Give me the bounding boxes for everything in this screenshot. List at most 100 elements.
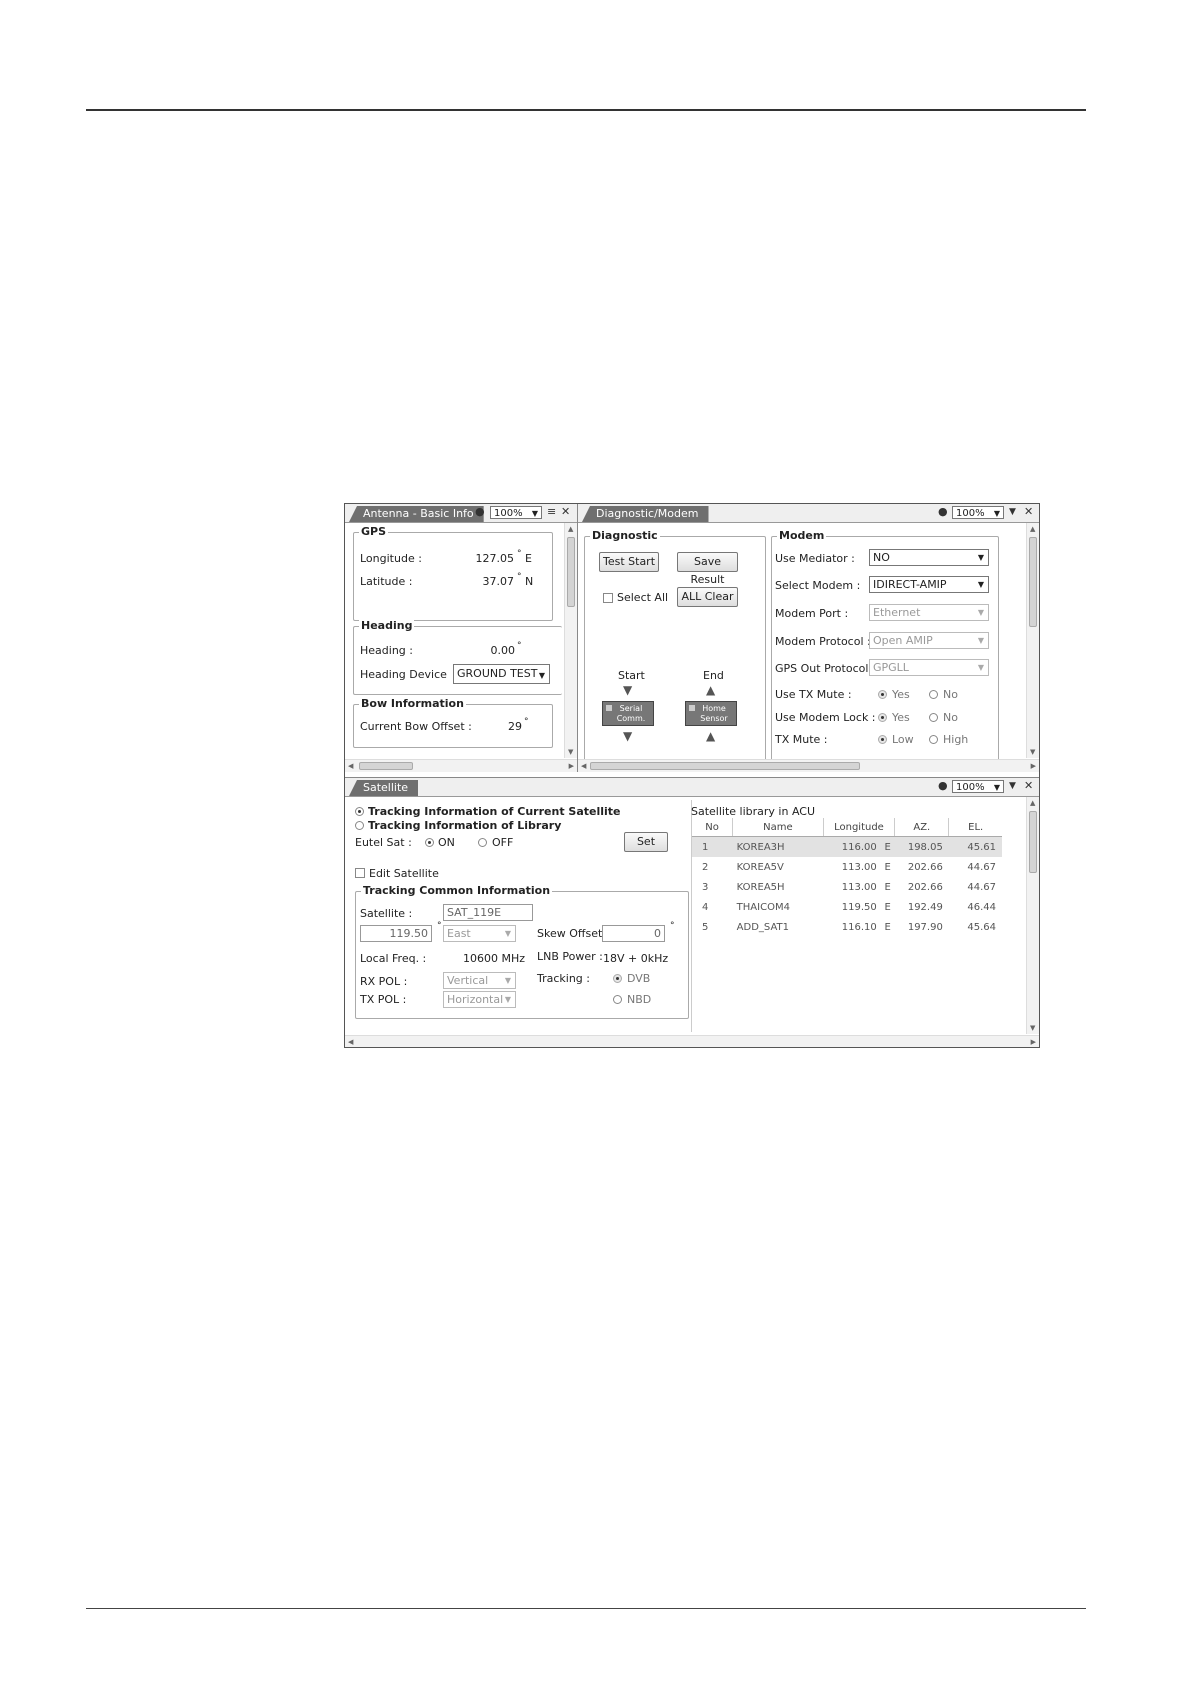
save-result-button[interactable]: Save Result <box>677 552 738 586</box>
tracking-dvb-radio[interactable] <box>613 974 622 983</box>
scroll-up-icon[interactable]: ▲ <box>1030 525 1035 533</box>
select-modem-select[interactable]: IDIRECT-AMIP ▼ <box>869 576 989 593</box>
diagnostic-zoom-select[interactable]: 100% ▼ <box>952 506 1004 519</box>
chevron-down-icon[interactable]: ▼ <box>1009 781 1016 791</box>
close-icon[interactable]: ✕ <box>561 505 570 518</box>
no-label: No <box>943 711 958 724</box>
modem-protocol-select[interactable]: Open AMIP ▼ <box>869 632 989 649</box>
tracking-nbd-radio[interactable] <box>613 995 622 1004</box>
home-sensor-step[interactable]: Home Sensor <box>685 701 737 726</box>
table-row[interactable]: 4 THAICOM4 119.50 E 192.49 46.44 <box>692 897 1002 917</box>
scroll-left-icon[interactable]: ◀ <box>348 762 353 770</box>
satellite-name-input[interactable]: SAT_119E <box>443 904 533 921</box>
diagnostic-modem-panel: Diagnostic/Modem ● 100% ▼ ▼ ✕ Diagnostic … <box>578 504 1039 772</box>
gps-out-protocol-label: GPS Out Protocol : <box>775 662 876 675</box>
diagnostic-tab[interactable]: Diagnostic/Modem <box>582 506 709 522</box>
column-header-el[interactable]: EL. <box>948 818 1002 837</box>
use-tx-mute-no-radio[interactable] <box>929 690 938 699</box>
cell-az-text: 202.66 <box>907 861 943 873</box>
tx-pol-select[interactable]: Horizontal ▼ <box>443 991 516 1008</box>
tx-mute-high-radio[interactable] <box>929 735 938 744</box>
scroll-down-icon[interactable]: ▼ <box>1030 748 1035 756</box>
step-checkbox[interactable] <box>606 705 612 711</box>
scroll-right-icon[interactable]: ▶ <box>1031 1038 1036 1046</box>
all-clear-button[interactable]: ALL Clear <box>677 587 738 607</box>
tracking-library-radio[interactable] <box>355 821 364 830</box>
satellite-tab[interactable]: Satellite <box>349 780 419 796</box>
scroll-down-icon[interactable]: ▼ <box>1030 1024 1035 1032</box>
heading-device-select[interactable]: GROUND TEST ▼ <box>453 664 550 684</box>
pin-icon[interactable]: ● <box>938 779 948 792</box>
antenna-vertical-scrollbar[interactable]: ▲ ▼ <box>564 523 577 758</box>
satellite-vertical-scrollbar[interactable]: ▲ ▼ <box>1026 797 1039 1034</box>
scroll-up-icon[interactable]: ▲ <box>1030 799 1035 807</box>
antenna-zoom-select[interactable]: 100% ▼ <box>490 506 542 519</box>
tx-mute-low-radio[interactable] <box>878 735 887 744</box>
bow-legend: Bow Information <box>359 697 466 710</box>
scroll-left-icon[interactable]: ◀ <box>581 762 586 770</box>
scroll-down-icon[interactable]: ▼ <box>568 748 573 756</box>
use-modem-lock-yes-radio[interactable] <box>878 713 887 722</box>
column-header-az[interactable]: AZ. <box>894 818 950 837</box>
use-mediator-select[interactable]: NO ▼ <box>869 549 989 566</box>
modem-port-select[interactable]: Ethernet ▼ <box>869 604 989 621</box>
triangle-up-icon: ▲ <box>706 729 716 743</box>
cell-no: 5 <box>692 917 733 937</box>
direction-select[interactable]: East ▼ <box>443 925 516 942</box>
nbd-label: NBD <box>627 993 652 1006</box>
table-row[interactable]: 1 KOREA3H 116.00 E 198.05 45.61 <box>692 836 1002 857</box>
close-icon[interactable]: ✕ <box>1024 505 1033 518</box>
rx-pol-select[interactable]: Vertical ▼ <box>443 972 516 989</box>
eutel-on-radio[interactable] <box>425 838 434 847</box>
table-row[interactable]: 2 KOREA5V 113.00 E 202.66 44.67 <box>692 857 1002 877</box>
column-header-no[interactable]: No <box>692 818 734 837</box>
select-all-label: Select All <box>617 591 669 604</box>
gps-out-protocol-select[interactable]: GPGLL ▼ <box>869 659 989 676</box>
column-header-name[interactable]: Name <box>732 818 824 837</box>
set-button[interactable]: Set <box>624 832 668 852</box>
scroll-left-icon[interactable]: ◀ <box>348 1038 353 1046</box>
scroll-right-icon[interactable]: ▶ <box>569 762 574 770</box>
diagnostic-vertical-scrollbar[interactable]: ▲ ▼ <box>1026 523 1039 758</box>
step-checkbox[interactable] <box>689 705 695 711</box>
triangle-up-icon: ▲ <box>706 683 716 697</box>
close-icon[interactable]: ✕ <box>1024 779 1033 792</box>
scroll-thumb[interactable] <box>590 762 860 770</box>
rx-pol-label: RX POL : <box>360 975 408 988</box>
pin-icon[interactable]: ● <box>475 505 485 518</box>
scroll-right-icon[interactable]: ▶ <box>1031 762 1036 770</box>
modem-port-label: Modem Port : <box>775 607 849 620</box>
serial-comm-step[interactable]: Serial Comm. <box>602 701 654 726</box>
select-all-checkbox[interactable] <box>603 593 613 603</box>
use-tx-mute-yes-radio[interactable] <box>878 690 887 699</box>
local-freq-label: Local Freq. : <box>360 952 427 965</box>
eutel-off-radio[interactable] <box>478 838 487 847</box>
chevron-down-icon[interactable]: ▼ <box>1009 507 1016 517</box>
acu-application-window: Antenna - Basic Info ● 100% ▼ ≡ ✕ GPS Lon… <box>344 503 1040 1048</box>
skew-offset-input[interactable]: 0 <box>602 925 665 942</box>
test-start-button[interactable]: Test Start <box>599 552 659 572</box>
satellite-longitude-input[interactable]: 119.50 <box>360 925 432 942</box>
scroll-thumb[interactable] <box>1029 811 1037 873</box>
diagnostic-horizontal-scrollbar[interactable]: ◀ ▶ <box>578 759 1039 772</box>
scroll-thumb[interactable] <box>359 762 413 770</box>
column-header-longitude[interactable]: Longitude <box>823 818 896 837</box>
edit-satellite-checkbox[interactable] <box>355 868 365 878</box>
satellite-zoom-select[interactable]: 100% ▼ <box>952 780 1004 793</box>
tracking-current-radio[interactable] <box>355 807 364 816</box>
scroll-thumb[interactable] <box>1029 537 1037 627</box>
antenna-horizontal-scrollbar[interactable]: ◀ ▶ <box>345 759 577 772</box>
table-row[interactable]: 3 KOREA5H 113.00 E 202.66 44.67 <box>692 877 1002 897</box>
bow-information-group: Bow Information Current Bow Offset : 29 … <box>353 697 553 748</box>
menu-icon[interactable]: ≡ <box>547 505 556 518</box>
scroll-up-icon[interactable]: ▲ <box>568 525 573 533</box>
use-modem-lock-no-radio[interactable] <box>929 713 938 722</box>
scroll-thumb[interactable] <box>567 537 575 607</box>
pin-icon[interactable]: ● <box>938 505 948 518</box>
chevron-down-icon: ▼ <box>977 663 984 672</box>
satellite-horizontal-scrollbar[interactable]: ◀ ▶ <box>345 1035 1039 1047</box>
cell-no-text: 3 <box>702 881 709 893</box>
antenna-tab[interactable]: Antenna - Basic Info <box>349 506 484 522</box>
table-row[interactable]: 5 ADD_SAT1 116.10 E 197.90 45.64 <box>692 917 1002 937</box>
satellite-label: Satellite : <box>360 907 413 920</box>
